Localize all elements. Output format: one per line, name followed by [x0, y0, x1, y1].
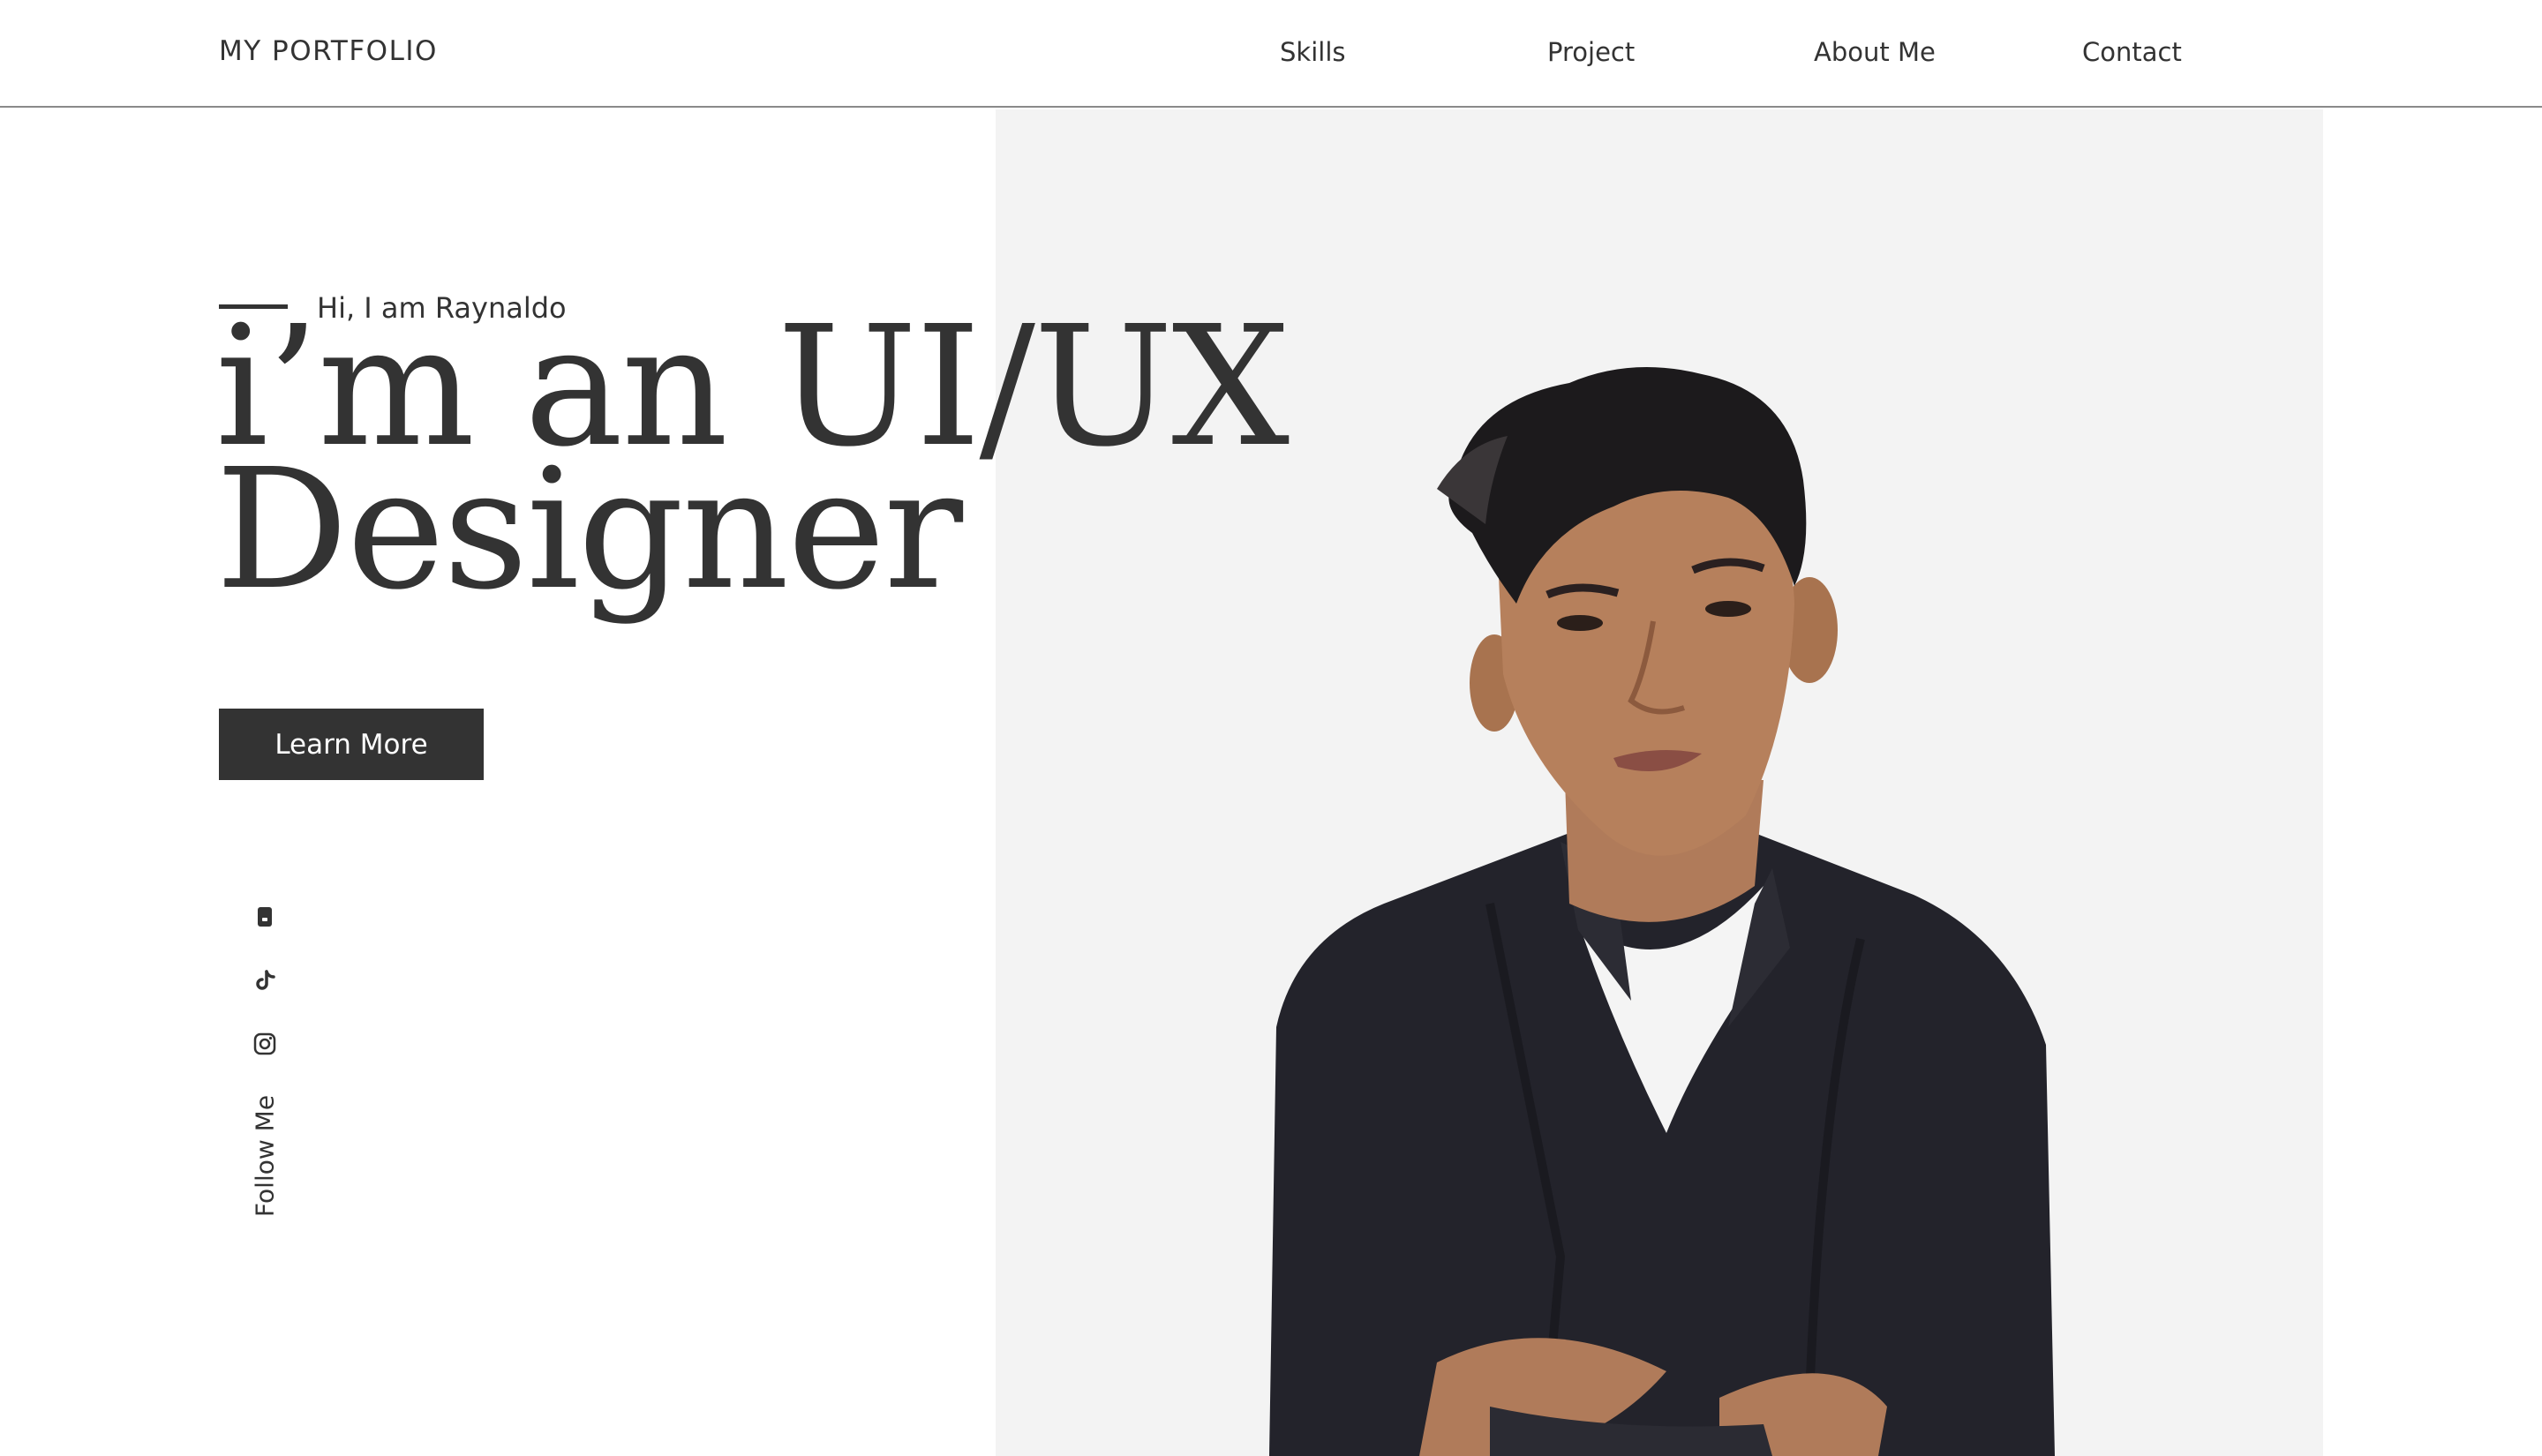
nav-link-contact[interactable]: Contact: [2082, 37, 2182, 67]
hero-headline: i’m an UI/UX Designer: [215, 304, 1290, 613]
nav-link-skills[interactable]: Skills: [1280, 37, 1345, 67]
instagram-icon[interactable]: [251, 1030, 279, 1058]
tiktok-icon[interactable]: [251, 966, 279, 994]
navbar: MY PORTFOLIO Skills Project About Me Con…: [0, 0, 2542, 108]
learn-more-button[interactable]: Learn More: [219, 709, 484, 780]
brand-logo[interactable]: MY PORTFOLIO: [219, 35, 438, 67]
follow-me-label: Follow Me: [250, 1094, 280, 1218]
phone-icon[interactable]: [251, 903, 279, 931]
nav-link-project[interactable]: Project: [1547, 37, 1635, 67]
nav-link-about-me[interactable]: About Me: [1814, 37, 1936, 67]
